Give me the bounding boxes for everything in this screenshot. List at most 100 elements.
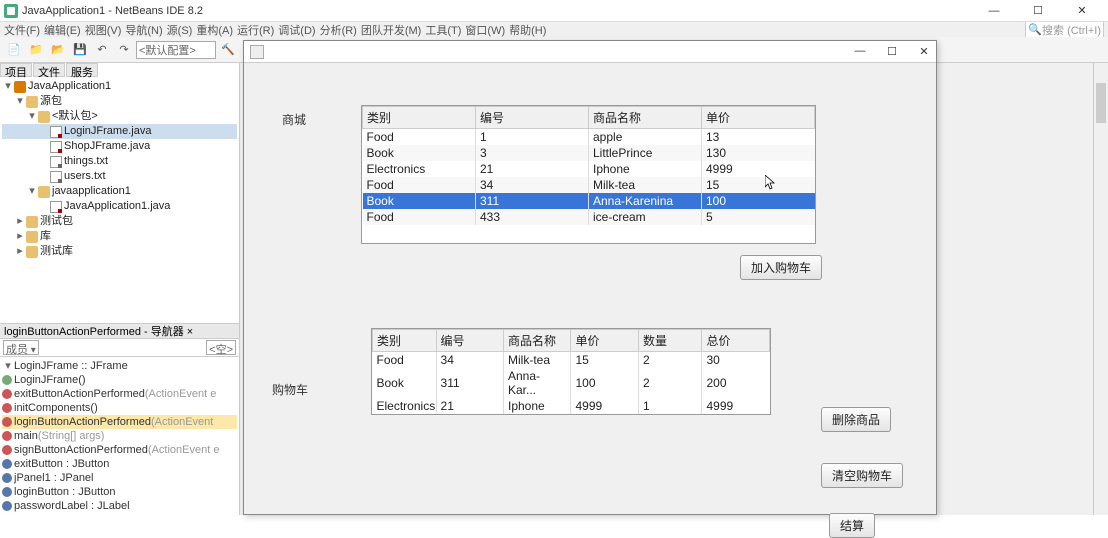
dialog-minimize-button[interactable]: — bbox=[854, 45, 866, 58]
col-name[interactable]: 商品名称 bbox=[504, 330, 571, 352]
undo-icon[interactable]: ↶ bbox=[92, 40, 112, 60]
col-id[interactable]: 编号 bbox=[436, 330, 503, 352]
tab-services[interactable]: 服务 bbox=[66, 63, 98, 77]
nav-item[interactable]: main(String[] args) bbox=[2, 429, 237, 443]
col-category[interactable]: 类别 bbox=[373, 330, 437, 352]
java-file-icon bbox=[50, 126, 62, 138]
checkout-button[interactable]: 结算 bbox=[829, 513, 875, 538]
menu-tools[interactable]: 工具(T) bbox=[425, 22, 461, 37]
nav-item[interactable]: loginButton : JButton bbox=[2, 485, 237, 499]
nav-item[interactable]: signButtonActionPerformed(ActionEvent e bbox=[2, 443, 237, 457]
left-pane: 项目 文件 服务 ▾JavaApplication1 ▾源包 ▾<默认包> Lo… bbox=[0, 63, 240, 515]
add-to-cart-button[interactable]: 加入购物车 bbox=[740, 255, 822, 280]
nav-item[interactable]: initComponents() bbox=[2, 401, 237, 415]
redo-icon[interactable]: ↷ bbox=[114, 40, 134, 60]
table-row[interactable]: Food34Milk-tea15230 bbox=[373, 352, 770, 369]
table-row[interactable]: Food34Milk-tea15 bbox=[363, 177, 815, 193]
global-search[interactable]: 🔍 搜索 (Ctrl+I) bbox=[1025, 22, 1104, 37]
dialog-titlebar[interactable]: — ☐ ✕ bbox=[244, 41, 936, 63]
col-qty[interactable]: 数量 bbox=[638, 330, 702, 352]
shop-label: 商城 bbox=[282, 111, 306, 128]
netbeans-icon bbox=[4, 4, 18, 18]
close-button[interactable]: ✕ bbox=[1060, 1, 1104, 21]
window-title: JavaApplication1 - NetBeans IDE 8.2 bbox=[22, 5, 972, 17]
tree-file[interactable]: LoginJFrame.java bbox=[2, 124, 237, 139]
project-tree[interactable]: ▾JavaApplication1 ▾源包 ▾<默认包> LoginJFrame… bbox=[0, 77, 239, 261]
cart-table[interactable]: 类别 编号 商品名称 单价 数量 总价 Food34Milk-tea15230B… bbox=[371, 328, 771, 415]
nav-item[interactable]: exitButtonActionPerformed(ActionEvent e bbox=[2, 387, 237, 401]
method-icon bbox=[2, 417, 12, 427]
maximize-button[interactable]: ☐ bbox=[1016, 1, 1060, 21]
editor-scrollbar[interactable] bbox=[1093, 63, 1108, 515]
nav-item[interactable]: exitButton : JButton bbox=[2, 457, 237, 471]
tab-projects[interactable]: 项目 bbox=[0, 63, 32, 77]
field-icon bbox=[2, 501, 12, 511]
package-icon bbox=[38, 186, 50, 198]
java-file-icon bbox=[50, 201, 62, 213]
tree-file[interactable]: users.txt bbox=[2, 169, 237, 184]
nav-item[interactable]: loginButtonActionPerformed(ActionEvent bbox=[2, 415, 237, 429]
minimize-button[interactable]: — bbox=[972, 1, 1016, 21]
navigator-filter[interactable]: <空> bbox=[206, 340, 236, 355]
text-file-icon bbox=[50, 156, 62, 168]
new-project-icon[interactable]: 📁 bbox=[26, 40, 46, 60]
menu-view[interactable]: 视图(V) bbox=[85, 22, 122, 37]
run-config-combo[interactable]: <默认配置> bbox=[136, 41, 216, 59]
menu-file[interactable]: 文件(F) bbox=[4, 22, 40, 37]
menu-run[interactable]: 运行(R) bbox=[237, 22, 274, 37]
shop-table[interactable]: 类别 编号 商品名称 单价 Food1apple13Book3LittlePri… bbox=[361, 105, 816, 244]
constructor-icon bbox=[2, 375, 12, 385]
menu-edit[interactable]: 编辑(E) bbox=[44, 22, 81, 37]
table-row[interactable]: Book311Anna-Kar...1002200 bbox=[373, 368, 770, 398]
table-row[interactable]: Electronics21Iphone499914999 bbox=[373, 398, 770, 414]
tree-file[interactable]: things.txt bbox=[2, 154, 237, 169]
tree-file[interactable]: JavaApplication1.java bbox=[2, 199, 237, 214]
new-file-icon[interactable]: 📄 bbox=[4, 40, 24, 60]
table-row[interactable]: Book3LittlePrince130 bbox=[363, 145, 815, 161]
package-icon bbox=[26, 96, 38, 108]
col-total[interactable]: 总价 bbox=[702, 330, 770, 352]
dialog-close-button[interactable]: ✕ bbox=[918, 45, 930, 58]
tree-file[interactable]: ShopJFrame.java bbox=[2, 139, 237, 154]
navigator-view-select[interactable]: 成员 ▾ bbox=[3, 340, 39, 355]
clear-cart-button[interactable]: 清空购物车 bbox=[821, 463, 903, 488]
navigator-list[interactable]: ▾LoginJFrame :: JFrame LoginJFrame() exi… bbox=[0, 357, 239, 515]
ide-titlebar: JavaApplication1 - NetBeans IDE 8.2 — ☐ … bbox=[0, 0, 1108, 22]
col-category[interactable]: 类别 bbox=[363, 107, 476, 129]
navigator-toolbar: 成员 ▾ <空> bbox=[0, 339, 239, 357]
method-icon bbox=[2, 403, 12, 413]
menu-window[interactable]: 窗口(W) bbox=[465, 22, 505, 37]
col-price[interactable]: 单价 bbox=[571, 330, 638, 352]
cart-label: 购物车 bbox=[272, 381, 308, 398]
col-price[interactable]: 单价 bbox=[702, 107, 815, 129]
col-name[interactable]: 商品名称 bbox=[589, 107, 702, 129]
menu-debug[interactable]: 调试(D) bbox=[278, 22, 315, 37]
menu-team[interactable]: 团队开发(M) bbox=[361, 22, 422, 37]
delete-item-button[interactable]: 删除商品 bbox=[821, 407, 891, 432]
build-icon[interactable]: 🔨 bbox=[218, 40, 238, 60]
col-id[interactable]: 编号 bbox=[476, 107, 589, 129]
method-icon bbox=[2, 445, 12, 455]
field-icon bbox=[2, 459, 12, 469]
table-row[interactable]: Book311Anna-Karenina100 bbox=[363, 193, 815, 209]
menu-help[interactable]: 帮助(H) bbox=[509, 22, 546, 37]
dialog-maximize-button[interactable]: ☐ bbox=[886, 45, 898, 58]
tab-files[interactable]: 文件 bbox=[33, 63, 65, 77]
field-icon bbox=[2, 487, 12, 497]
table-row[interactable]: Electronics21Iphone4999 bbox=[363, 161, 815, 177]
menu-source[interactable]: 源(S) bbox=[167, 22, 193, 37]
table-row[interactable]: Food1apple13 bbox=[363, 129, 815, 146]
nav-item[interactable]: passwordLabel : JLabel bbox=[2, 499, 237, 513]
method-icon bbox=[2, 431, 12, 441]
project-icon bbox=[14, 81, 26, 93]
menu-analyze[interactable]: 分析(R) bbox=[320, 22, 357, 37]
lib-icon bbox=[26, 231, 38, 243]
nav-item[interactable]: LoginJFrame() bbox=[2, 373, 237, 387]
menu-refactor[interactable]: 重构(A) bbox=[196, 22, 233, 37]
save-all-icon[interactable]: 💾 bbox=[70, 40, 90, 60]
open-icon[interactable]: 📂 bbox=[48, 40, 68, 60]
method-icon bbox=[2, 389, 12, 399]
menu-nav[interactable]: 导航(N) bbox=[125, 22, 162, 37]
nav-item[interactable]: jPanel1 : JPanel bbox=[2, 471, 237, 485]
table-row[interactable]: Food433ice-cream5 bbox=[363, 209, 815, 225]
